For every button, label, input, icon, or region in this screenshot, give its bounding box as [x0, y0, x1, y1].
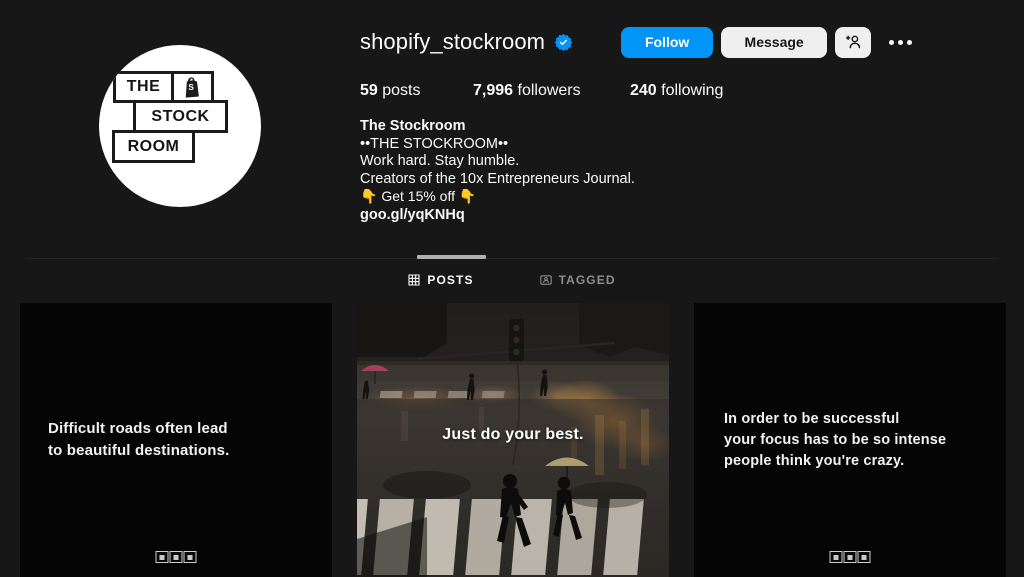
stockroom-watermark-icon: [155, 551, 197, 563]
post-quote-text: Difficult roads often lead to beautiful …: [48, 420, 230, 459]
more-options-icon[interactable]: [887, 34, 914, 51]
following-label: following: [661, 82, 724, 99]
post-photo-caption: Just do your best.: [442, 426, 584, 443]
more-dot: [907, 39, 913, 45]
active-tab-indicator: [417, 255, 486, 259]
following-count[interactable]: 240 following: [630, 82, 723, 100]
svg-text:S: S: [188, 82, 194, 91]
tab-tagged[interactable]: TAGGED: [538, 268, 618, 292]
person-add-icon[interactable]: [835, 26, 872, 58]
watermark-box: [843, 551, 857, 563]
message-button[interactable]: Message: [721, 26, 828, 58]
logo-box-room: ROOM: [112, 130, 195, 163]
followers-number: 7,996: [473, 82, 514, 99]
post-grid: Difficult roads often lead to beautiful …: [20, 303, 1020, 577]
logo-box-the: THE: [113, 71, 174, 103]
post-tile[interactable]: Difficult roads often lead to beautiful …: [20, 303, 332, 577]
instagram-profile-page: THE S STOCK ROOM shopify_stockroom Follo…: [0, 0, 1024, 577]
watermark-box: [183, 551, 197, 563]
profile-header: THE S STOCK ROOM shopify_stockroom Follo…: [0, 0, 1024, 252]
followers-label: followers: [517, 82, 581, 99]
username-row: shopify_stockroom Follow Message: [360, 24, 1024, 60]
logo-box-stock: STOCK: [133, 100, 228, 133]
shopify-bag-icon: S: [171, 71, 214, 103]
shopify-bag-glyph: S: [185, 76, 199, 98]
verified-badge-icon: [554, 33, 573, 51]
bio-line-4: 👇 Get 15% off 👇: [360, 188, 477, 204]
post-tile[interactable]: Just do your best.: [357, 303, 669, 577]
more-dot: [889, 39, 895, 45]
header-divider: [28, 258, 996, 259]
bio-line-1: ••THE STOCKROOM••: [360, 135, 509, 152]
tagged-person-icon: [539, 275, 552, 285]
stockroom-watermark-icon: [829, 551, 871, 563]
following-number: 240: [630, 82, 657, 99]
posts-label: posts: [382, 82, 421, 99]
username: shopify_stockroom: [360, 29, 546, 54]
bio-line-3: Creators of the 10x Entrepreneurs Journa…: [360, 170, 635, 187]
follow-button[interactable]: Follow: [621, 26, 714, 58]
watermark-box: [829, 551, 843, 563]
avatar[interactable]: THE S STOCK ROOM: [99, 45, 261, 207]
bio-link[interactable]: goo.gl/yqKNHq: [360, 207, 465, 225]
tab-posts-label: POSTS: [427, 273, 474, 287]
grid-icon: [408, 274, 420, 286]
profile-info-column: shopify_stockroom Follow Message 59 post…: [360, 0, 1024, 224]
watermark-box: [857, 551, 871, 563]
bio: The Stockroom ••THE STOCKROOM•• Work har…: [360, 118, 1024, 224]
profile-tabs: POSTS TAGGED: [0, 268, 1024, 292]
bio-line-2: Work hard. Stay humble.: [360, 153, 520, 169]
more-dot: [898, 39, 904, 45]
followers-count[interactable]: 7,996 followers: [473, 82, 630, 100]
posts-count: 59 posts: [360, 82, 473, 100]
post-tile[interactable]: In order to be successful your focus has…: [694, 303, 1006, 577]
stats-row: 59 posts 7,996 followers 240 following: [360, 82, 1024, 100]
avatar-column: THE S STOCK ROOM: [0, 0, 360, 207]
tab-posts[interactable]: POSTS: [406, 268, 475, 292]
watermark-box: [155, 551, 169, 563]
bio-full-name: The Stockroom: [360, 118, 466, 134]
post-quote-text: In order to be successful your focus has…: [724, 410, 947, 469]
posts-number: 59: [360, 82, 378, 99]
tab-tagged-label: TAGGED: [558, 273, 616, 287]
person-add-glyph: [846, 35, 861, 49]
watermark-box: [169, 551, 183, 563]
